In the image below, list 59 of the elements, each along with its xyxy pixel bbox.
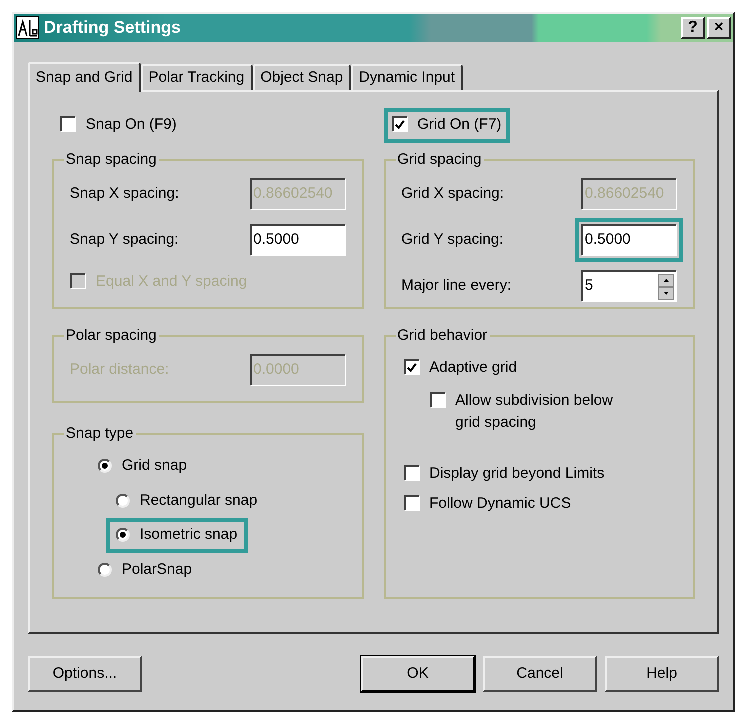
checkbox[interactable] (430, 392, 446, 408)
field-value: 0.5000 (254, 230, 300, 250)
radio-label: PolarSnap (122, 560, 192, 580)
checkbox-label: Follow Dynamic UCS (430, 494, 572, 514)
dialog-button[interactable]: Options... (28, 656, 142, 692)
group-title: Snap spacing (65, 150, 158, 170)
spin-up-button[interactable] (658, 274, 674, 286)
down-arrow-icon (664, 292, 668, 294)
group-title: Grid spacing (396, 150, 483, 170)
field-label: Snap Y spacing: (70, 230, 179, 250)
input-field[interactable]: 0.5000 (581, 224, 677, 256)
field-value: 5 (585, 276, 594, 296)
window-title: Drafting Settings (44, 17, 182, 40)
app-icon (16, 16, 40, 40)
group-title: Polar spacing (65, 326, 158, 346)
dialog-button[interactable]: OK (361, 656, 475, 692)
checkbox-label: Snap On (F9) (86, 115, 177, 135)
input-field[interactable]: 0.5000 (250, 224, 346, 256)
field-label: Grid Y spacing: (402, 230, 504, 250)
title-bar-button[interactable]: ? (681, 17, 705, 39)
tab[interactable]: Polar Tracking (140, 64, 253, 90)
field-value: 0.86602540 (585, 184, 666, 204)
checkbox[interactable] (392, 116, 408, 132)
check-icon (407, 362, 417, 372)
tab[interactable]: Object Snap (252, 64, 352, 90)
checkbox-label: Grid On (F7) (418, 115, 502, 135)
radio-button[interactable] (98, 459, 112, 474)
checkbox[interactable] (404, 464, 420, 480)
checkbox[interactable] (404, 359, 420, 375)
field-value: 0.86602540 (254, 184, 334, 204)
title-bar-button[interactable]: × (707, 17, 731, 39)
radio-label: Rectangular snap (140, 490, 258, 510)
checkbox[interactable] (404, 495, 420, 511)
input-field[interactable]: 5 (581, 270, 677, 302)
checkbox-label: Allow subdivision below grid spacing (456, 390, 614, 433)
field-label: Snap X spacing: (70, 184, 180, 204)
checkbox-label: Equal X and Y spacing (96, 272, 248, 292)
dialog-button[interactable]: Help (605, 656, 719, 692)
radio-label: Isometric snap (140, 525, 238, 545)
checkbox-label: Display grid beyond Limits (430, 464, 605, 484)
field-label: Major line every: (402, 276, 512, 296)
radio-label: Grid snap (122, 456, 188, 476)
checkbox[interactable] (60, 116, 76, 132)
tab[interactable]: Snap and Grid (28, 62, 141, 92)
field-label: Polar distance: (70, 360, 170, 380)
dialog-button[interactable]: Cancel (483, 656, 597, 692)
check-icon (395, 120, 405, 130)
spin-down-button[interactable] (658, 286, 674, 300)
group-title: Grid behavior (396, 326, 489, 346)
radio-button[interactable] (116, 494, 130, 508)
checkbox-label: Adaptive grid (430, 358, 518, 378)
tab[interactable]: Dynamic Input (351, 64, 464, 90)
group-title: Snap type (65, 424, 135, 444)
field-value: 0.5000 (585, 230, 632, 250)
up-arrow-icon (664, 278, 668, 282)
radio-button[interactable] (98, 562, 112, 577)
field-value: 0.0000 (254, 360, 300, 380)
radio-button[interactable] (116, 528, 130, 542)
field-label: Grid X spacing: (402, 184, 504, 204)
